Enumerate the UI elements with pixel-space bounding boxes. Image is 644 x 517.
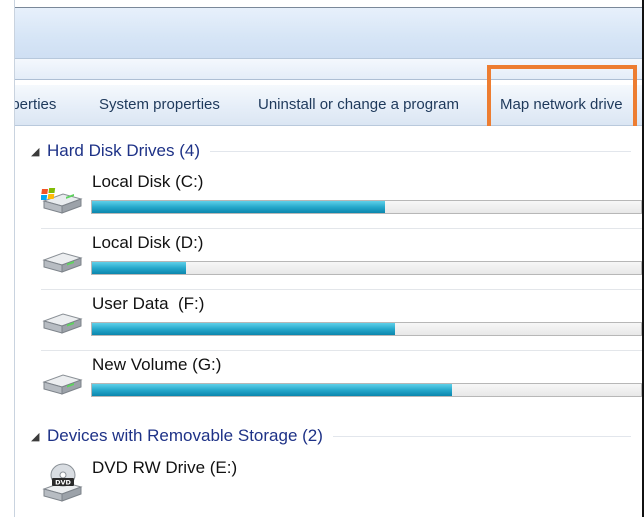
- group-title: Devices with Removable Storage (2): [47, 426, 323, 445]
- svg-text:DVD: DVD: [55, 479, 71, 487]
- group-header-hard-disks[interactable]: ◢ Hard Disk Drives (4): [31, 139, 631, 163]
- title-bar: [15, 8, 642, 58]
- collapse-arrow-icon[interactable]: ◢: [31, 145, 47, 158]
- drive-label: DVD RW Drive (E:): [92, 458, 238, 477]
- collapse-arrow-icon[interactable]: ◢: [31, 430, 47, 443]
- usage-bar: [91, 261, 642, 275]
- group-title: Hard Disk Drives (4): [47, 141, 201, 160]
- command-system-properties[interactable]: System properties: [99, 85, 220, 125]
- usage-fill: [92, 262, 187, 274]
- command-properties[interactable]: operties: [15, 85, 56, 125]
- drive-label: Local Disk (C:): [92, 172, 204, 191]
- dvd-drive-icon: DVD: [42, 463, 83, 502]
- hard-drive-icon: [42, 313, 83, 334]
- usage-fill: [92, 201, 386, 213]
- drive-item-d[interactable]: Local Disk (D:): [41, 229, 642, 290]
- group-divider: [210, 150, 631, 152]
- window-frame-left: [0, 0, 15, 517]
- usage-bar: [91, 200, 642, 214]
- hard-drive-icon: [42, 374, 83, 395]
- usage-fill: [92, 323, 396, 335]
- drive-item-f[interactable]: User Data (F:): [41, 290, 642, 351]
- drive-item-g[interactable]: New Volume (G:): [41, 351, 642, 412]
- command-uninstall-program[interactable]: Uninstall or change a program: [258, 85, 459, 125]
- explorer-window: operties System properties Uninstall or …: [0, 0, 644, 517]
- group-divider: [332, 435, 631, 437]
- usage-bar: [91, 383, 642, 397]
- drive-label: User Data (F:): [92, 294, 205, 313]
- hard-drive-icon: [42, 252, 83, 273]
- drive-label: New Volume (G:): [92, 355, 222, 374]
- usage-fill: [92, 384, 453, 396]
- highlight-box: [487, 65, 637, 135]
- drive-item-c[interactable]: Local Disk (C:): [41, 168, 642, 229]
- windows-hard-drive-icon: [41, 188, 83, 214]
- drive-label: Local Disk (D:): [92, 233, 204, 252]
- drive-list: ◢ Hard Disk Drives (4) Local Disk (C:) L…: [15, 126, 642, 517]
- group-header-removable[interactable]: ◢ Devices with Removable Storage (2): [31, 424, 631, 448]
- usage-bar: [91, 322, 642, 336]
- drive-item-e[interactable]: DVD DVD RW Drive (E:): [41, 454, 642, 515]
